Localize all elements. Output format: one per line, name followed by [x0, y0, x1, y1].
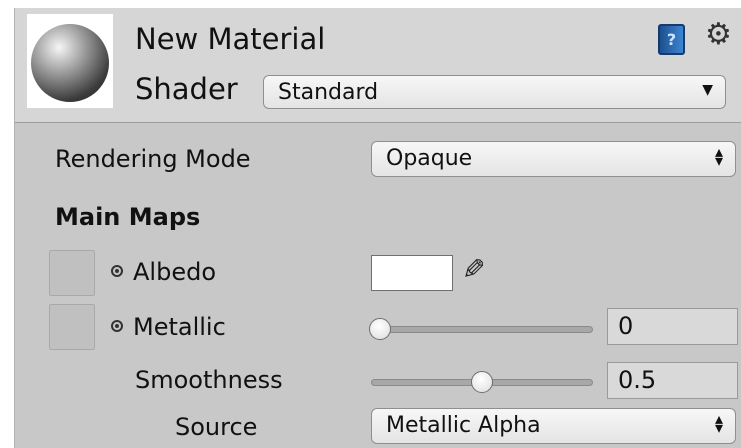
chevron-down-icon: ▼ [702, 82, 713, 98]
material-name: New Material [135, 22, 326, 56]
metallic-slider-thumb[interactable] [369, 318, 391, 340]
material-preview [27, 14, 113, 108]
smoothness-value-field[interactable]: 0.5 [607, 362, 738, 399]
rendering-mode-dropdown[interactable]: Opaque ▴ ▾ [371, 141, 736, 177]
albedo-label: Albedo [133, 258, 217, 286]
source-dropdown-value: Metallic Alpha [386, 413, 541, 438]
rendering-mode-label: Rendering Mode [55, 145, 251, 173]
shader-label: Shader [135, 72, 238, 106]
material-header: New Material Shader Standard ▼ ? ⚙ [15, 8, 741, 123]
rendering-mode-value: Opaque [386, 146, 473, 171]
updown-arrows-icon: ▴ ▾ [714, 142, 723, 170]
metallic-value-field[interactable]: 0 [607, 308, 738, 345]
updown-arrows-icon: ▴ ▾ [714, 409, 723, 437]
material-preview-sphere [31, 24, 109, 102]
metallic-texture-slot[interactable] [49, 304, 95, 350]
main-maps-heading: Main Maps [55, 203, 201, 231]
source-dropdown[interactable]: Metallic Alpha ▴ ▾ [371, 408, 736, 444]
shader-dropdown-value: Standard [278, 80, 379, 105]
book-help-icon[interactable]: ? [658, 24, 685, 55]
source-label: Source [175, 413, 258, 441]
gear-icon[interactable]: ⚙ [705, 20, 732, 50]
object-picker-icon[interactable] [111, 320, 123, 332]
object-picker-icon[interactable] [111, 265, 123, 277]
albedo-color-field[interactable] [371, 255, 453, 291]
shader-dropdown[interactable]: Standard ▼ [263, 75, 726, 109]
eyedropper-icon[interactable]: ✎ [462, 253, 485, 286]
smoothness-slider-thumb[interactable] [471, 371, 493, 393]
metallic-label: Metallic [133, 313, 226, 341]
smoothness-label: Smoothness [135, 366, 283, 394]
metallic-slider-track[interactable] [371, 326, 593, 333]
albedo-texture-slot[interactable] [49, 250, 95, 296]
material-inspector-panel: New Material Shader Standard ▼ ? ⚙ Rende… [14, 8, 741, 448]
